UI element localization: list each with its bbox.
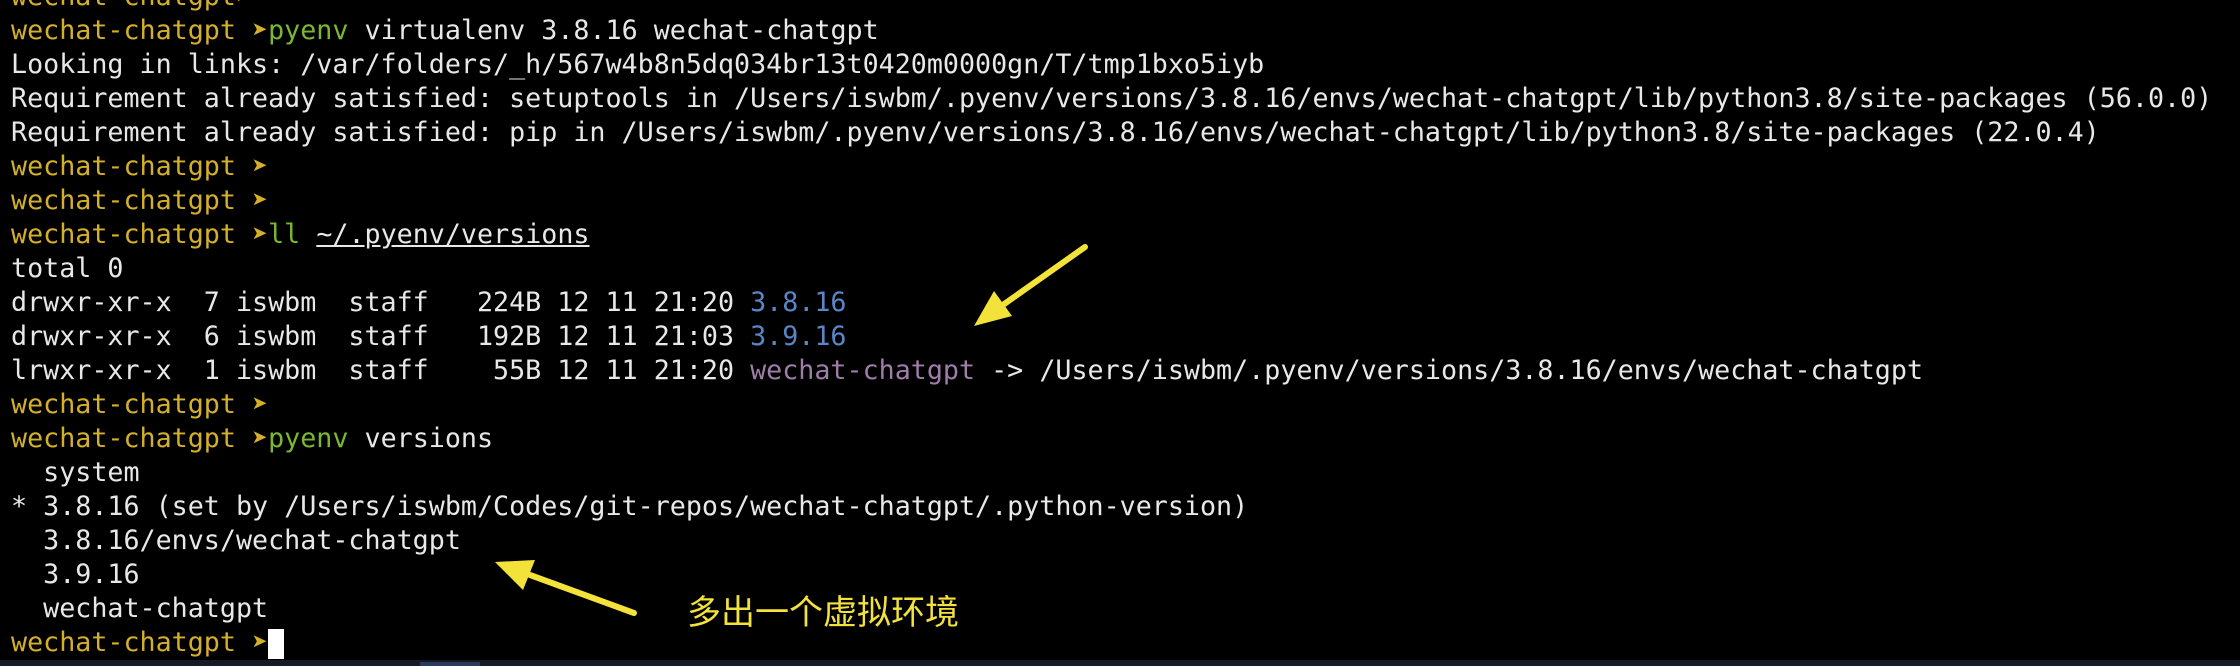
yellow-arrow-icon [495, 560, 637, 616]
scroll-indicator[interactable] [420, 662, 480, 666]
yellow-arrow-icon [974, 244, 1088, 326]
window-bottom-edge [0, 660, 2240, 666]
annotation-label: 多出一个虚拟环境 [687, 593, 959, 633]
annotation-arrows [495, 244, 1088, 616]
